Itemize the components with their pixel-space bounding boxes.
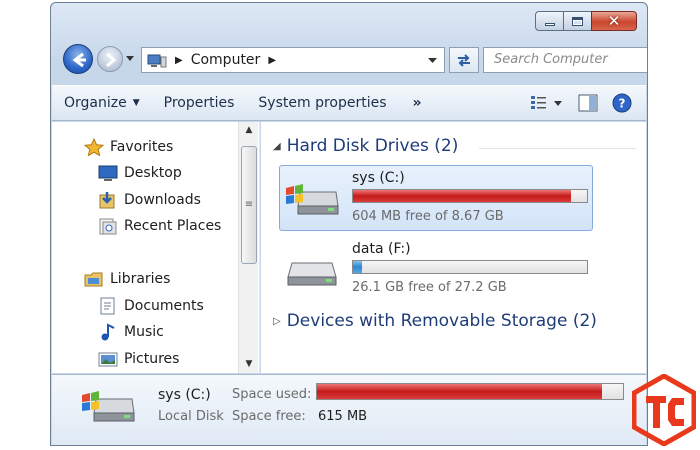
details-drive-type: Local Disk [158, 409, 224, 424]
details-pane: sys (C:) Local Disk Space used: Space fr… [52, 374, 646, 445]
close-icon: ✕ [607, 12, 621, 30]
svg-text:?: ? [619, 97, 626, 111]
address-bar[interactable]: ▶ Computer ▶ [141, 47, 445, 73]
group-divider [479, 148, 636, 149]
explorer-window: ✕ ▶ Computer ▶ Search Computer Organize … [50, 2, 648, 446]
search-input[interactable]: Search Computer [483, 47, 647, 73]
recent-places-icon [98, 217, 118, 235]
details-usage-bar [316, 383, 624, 400]
drive-item-sys-c[interactable]: sys (C:) 604 MB free of 8.67 GB [279, 165, 593, 231]
drive-name: sys (C:) [352, 170, 405, 186]
documents-icon [98, 297, 118, 315]
forward-button[interactable] [97, 46, 123, 72]
space-used-label: Space used: [232, 387, 312, 402]
view-controls: ? [530, 93, 632, 113]
space-free-value: 615 MB [318, 409, 368, 424]
sidebar-item-label: Favorites [110, 139, 174, 155]
minimize-button[interactable] [535, 11, 563, 31]
more-label: » [412, 95, 422, 111]
breadcrumb-separator[interactable]: ▶ [175, 55, 183, 66]
downloads-icon [98, 191, 118, 209]
expand-icon: ▷ [273, 315, 281, 327]
maximize-button[interactable] [563, 11, 591, 31]
back-arrow-icon [72, 52, 86, 68]
grip-icon: ≡ [244, 199, 254, 210]
scroll-up-icon[interactable]: ▲ [239, 122, 259, 139]
back-button[interactable] [63, 44, 93, 74]
group-title: Devices with Removable Storage (2) [286, 311, 597, 331]
search-placeholder: Search Computer [494, 52, 608, 67]
forward-arrow-icon [106, 52, 117, 68]
sidebar-item-label: Recent Places [124, 218, 222, 234]
chevron-down-icon: ▼ [132, 98, 140, 108]
organize-label: Organize [64, 95, 127, 111]
pictures-icon [98, 350, 118, 368]
space-free-label: Space free: [232, 409, 306, 424]
drive-usage-bar [352, 260, 588, 274]
close-button[interactable]: ✕ [591, 11, 637, 31]
drive-name: data (F:) [352, 241, 411, 257]
star-icon [83, 137, 105, 157]
more-commands-button[interactable]: » [403, 95, 432, 111]
breadcrumb-computer[interactable]: Computer [191, 52, 261, 68]
change-view-icon[interactable] [530, 94, 564, 112]
organize-menu[interactable]: Organize ▼ [52, 95, 152, 111]
computer-icon [147, 53, 167, 68]
windows-drive-icon [286, 184, 339, 215]
recent-pages-dropdown[interactable] [126, 54, 135, 64]
sidebar-item-recent-places[interactable]: Recent Places [98, 217, 221, 235]
refresh-icon [458, 54, 470, 67]
group-header-hard-disks[interactable]: ◢ Hard Disk Drives (2) [273, 136, 458, 156]
sidebar-item-label: Libraries [110, 271, 171, 287]
navigation-bar: ▶ Computer ▶ Search Computer [63, 43, 647, 77]
navigation-pane: Favorites Desktop Downloads Recent Place… [52, 122, 260, 373]
sidebar-item-downloads[interactable]: Downloads [98, 191, 201, 209]
drive-free-space: 26.1 GB free of 27.2 GB [352, 280, 507, 295]
address-dropdown-icon[interactable] [428, 57, 438, 65]
properties-button[interactable]: Properties [152, 95, 247, 111]
details-drive-name: sys (C:) [158, 387, 211, 403]
brand-logo [632, 374, 696, 446]
minimize-icon [545, 23, 555, 26]
details-usage-fill [317, 384, 602, 399]
music-icon [98, 323, 118, 341]
scrollbar-thumb[interactable]: ≡ [241, 146, 257, 264]
refresh-button[interactable] [449, 47, 479, 73]
navigation-scrollbar[interactable]: ▲ ≡ ▼ [238, 122, 258, 373]
group-header-removable[interactable]: ▷ Devices with Removable Storage (2) [273, 311, 597, 331]
system-properties-button[interactable]: System properties [246, 95, 398, 111]
sidebar-item-favorites[interactable]: Favorites [83, 137, 174, 157]
drive-usage-fill [353, 261, 363, 273]
command-bar: Organize ▼ Properties System properties … [52, 85, 646, 121]
sidebar-item-documents[interactable]: Documents [98, 297, 204, 315]
preview-pane-icon[interactable] [578, 94, 598, 112]
collapse-icon: ◢ [273, 140, 281, 152]
scroll-down-icon[interactable]: ▼ [239, 356, 259, 373]
maximize-icon [572, 17, 583, 26]
libraries-icon [84, 270, 104, 288]
sidebar-item-label: Documents [124, 298, 204, 314]
properties-label: Properties [163, 95, 235, 111]
content-pane: ◢ Hard Disk Drives (2) sys (C:) 604 MB f… [261, 122, 646, 373]
help-icon[interactable]: ? [612, 93, 632, 113]
caption-buttons: ✕ [535, 11, 637, 31]
drive-free-space: 604 MB free of 8.67 GB [352, 209, 504, 224]
sidebar-item-label: Pictures [124, 351, 180, 367]
drive-item-data-f[interactable]: data (F:) 26.1 GB free of 27.2 GB [279, 236, 593, 302]
sidebar-item-label: Downloads [124, 192, 201, 208]
sidebar-item-pictures[interactable]: Pictures [98, 350, 179, 368]
sidebar-item-label: Music [124, 324, 164, 340]
breadcrumb-separator[interactable]: ▶ [268, 55, 276, 66]
sidebar-item-desktop[interactable]: Desktop [98, 164, 182, 182]
drive-usage-bar [352, 189, 588, 203]
sidebar-item-libraries[interactable]: Libraries [84, 270, 170, 288]
hard-drive-icon [287, 262, 337, 286]
group-title: Hard Disk Drives (2) [286, 136, 459, 156]
sidebar-item-label: Desktop [124, 165, 182, 181]
desktop-icon [98, 164, 118, 182]
sidebar-item-music[interactable]: Music [98, 323, 164, 341]
system-properties-label: System properties [258, 95, 387, 111]
drive-usage-fill [353, 190, 571, 202]
windows-drive-icon [82, 391, 135, 422]
